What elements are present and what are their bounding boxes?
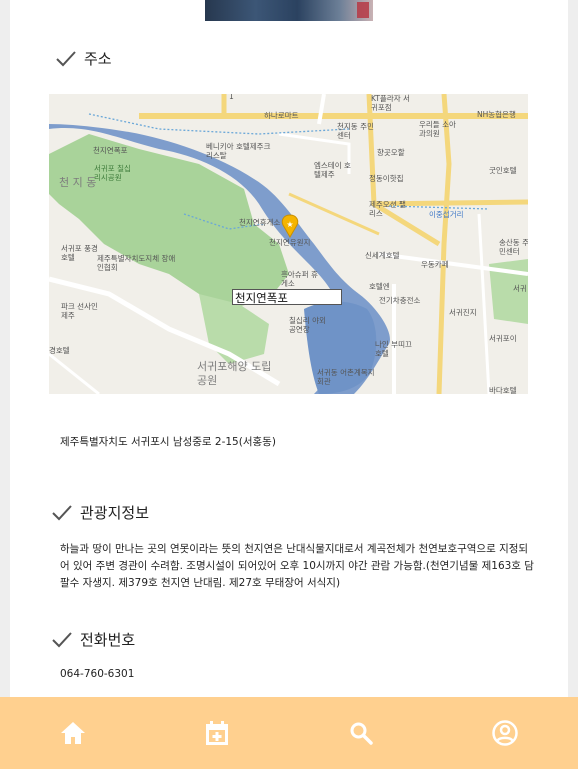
map-place-label: 굿인호텔 <box>489 166 517 175</box>
map-place-label: 향곳오할 <box>377 148 405 157</box>
map-place-label: 제주특별자치도지체 장애인협회 <box>97 254 176 272</box>
map-place-label: 경호텔 <box>49 346 70 355</box>
bottom-nav <box>0 697 578 769</box>
map-place-label: 하나로마트 <box>264 111 299 120</box>
info-text: 하늘과 땅이 만나는 곳의 연못이라는 뜻의 천지연은 난대식물지대로서 계곡전… <box>60 543 534 589</box>
map-place-label: 서귀진지 <box>449 308 477 317</box>
svg-text:★: ★ <box>286 220 293 229</box>
map-place-label: 베니키아 호텔제주크리스탈 <box>206 142 271 160</box>
calendar-add-icon <box>206 721 228 745</box>
check-icon <box>52 631 72 647</box>
nav-calendar-button[interactable] <box>203 719 231 747</box>
home-icon <box>61 722 85 744</box>
map-place-label: 바다호텔 <box>489 386 517 394</box>
search-icon <box>350 722 373 745</box>
map-place-label: 서귀포 칠십리시공원 <box>94 164 131 182</box>
map-marker-label[interactable]: 천지연폭포 <box>232 289 342 305</box>
map-place-label: 흑아슈퍼 휴게소 <box>281 270 318 288</box>
map-place-label: 우리들 소아과의원 <box>419 120 456 138</box>
map-place-label: 전기차충전소 <box>379 296 421 305</box>
location-map[interactable]: ★ 1 하나로마트 천지동 주민센터 KT플라자 서귀포점 우리들 소아과의원 … <box>49 94 528 394</box>
map-place-label: 천지연폭포 <box>93 146 128 155</box>
map-place-label: 천지연유원지 <box>269 238 311 247</box>
nav-search-button[interactable] <box>347 719 375 747</box>
hero-image <box>205 0 373 21</box>
map-place-label: 천지동 주민센터 <box>337 122 374 140</box>
detail-page: 주소 ★ 1 하나로마트 천지동 주민센터 KT플라자 서귀포점 우리들 소아과… <box>10 0 568 769</box>
phone-header: 전화번호 <box>52 629 135 650</box>
map-place-label: 신세계호텔 <box>365 251 400 260</box>
map-place-label: 이중섭거리 <box>429 210 464 219</box>
map-place-label: 천지연휴게소 <box>239 218 281 227</box>
map-place-label: 칠십리 야외공연장 <box>289 316 326 334</box>
check-icon <box>52 504 72 520</box>
check-icon <box>56 50 76 66</box>
map-place-label: 호텔엔 <box>369 282 390 291</box>
address-text: 제주특별자치도 서귀포시 남성중로 2-15(서홍동) <box>60 436 276 448</box>
address-title: 주소 <box>84 50 112 68</box>
account-circle-icon <box>492 720 518 746</box>
map-place-label: 서귀포해양 도립공원 <box>197 360 272 387</box>
nav-profile-button[interactable] <box>491 719 519 747</box>
map-place-label: 정동이핫집 <box>369 174 404 183</box>
map-place-label: 서귀포이 <box>489 334 517 343</box>
map-place-label: 우동카페 <box>421 260 449 269</box>
map-place-label: 나인 부띠끄호텔 <box>375 340 412 358</box>
phone-title: 전화번호 <box>80 631 136 649</box>
nav-home-button[interactable] <box>59 719 87 747</box>
map-place-label: 서귀 <box>513 284 527 293</box>
info-header: 관광지정보 <box>52 502 149 523</box>
map-place-label: 엠스테이 호텔제주 <box>314 161 351 179</box>
info-title: 관광지정보 <box>80 504 150 522</box>
map-place-label: 서귀포 풍경호텔 <box>61 244 98 262</box>
map-place-label: NH농협은행 <box>477 110 516 119</box>
map-place-label: 제주오션 팰리스 <box>369 200 406 218</box>
map-place-label: KT플라자 서귀포점 <box>371 94 410 112</box>
map-place-label: 서귀동 어촌계복지회관 <box>317 368 375 386</box>
phone-text[interactable]: 064-760-6301 <box>60 666 134 683</box>
map-place-label: 천 지 동 <box>59 176 97 189</box>
map-place-label: 파크 선사인제주 <box>61 302 98 320</box>
map-place-label: 송산동 주민센터 <box>499 238 528 256</box>
address-header: 주소 <box>56 48 112 69</box>
